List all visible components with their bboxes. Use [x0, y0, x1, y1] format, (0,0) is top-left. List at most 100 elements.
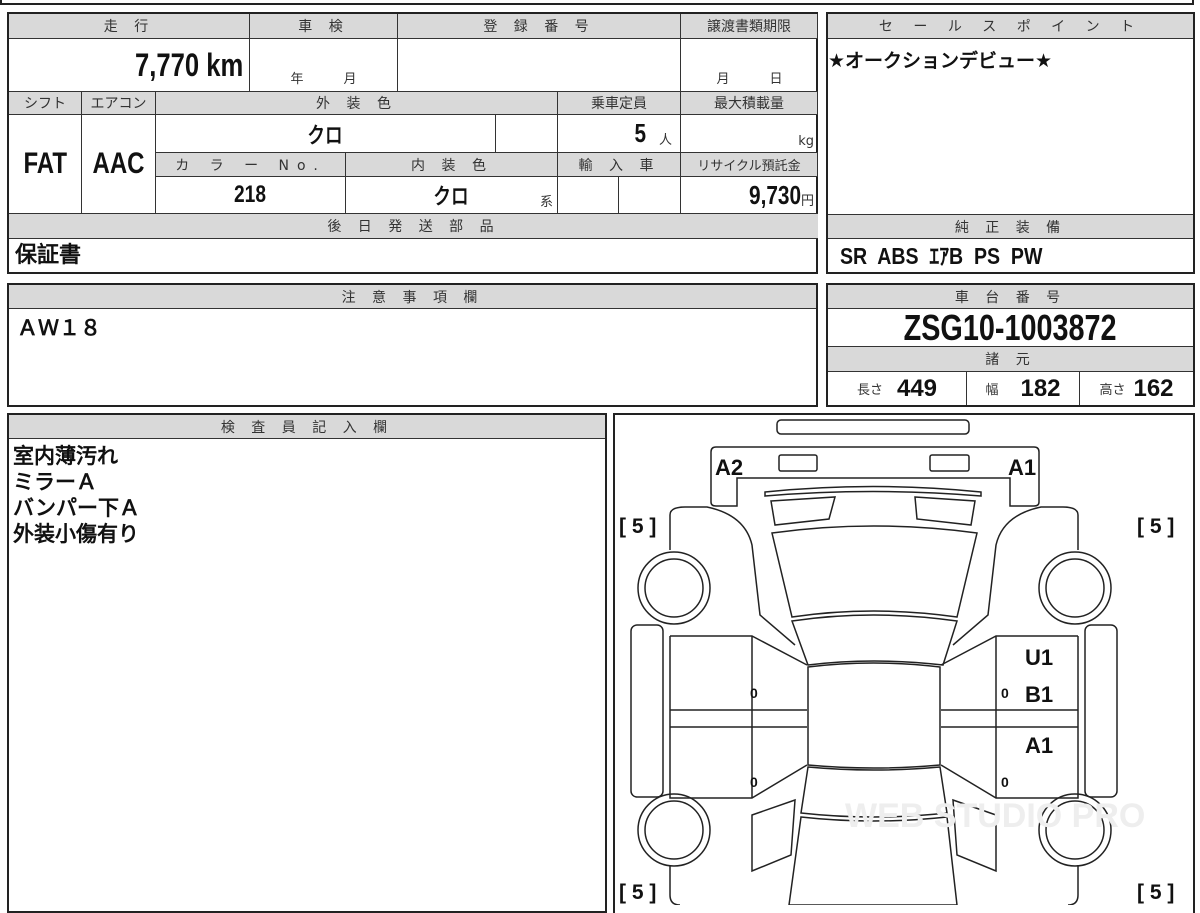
color-no-label: カ ラ ー No. — [156, 153, 346, 177]
inspector-line: バンパー下Ａ — [13, 496, 141, 520]
car-diagram: A2 A1 [ 5 ] [ 5 ] [ 5 ] [ 5 ] 0 0 0 0 U1… — [619, 419, 1174, 905]
mileage-cell: 7,770 km — [9, 39, 250, 92]
inspector-line: 室内薄汚れ — [13, 444, 118, 468]
year-label: 年 — [290, 72, 304, 87]
right-side-step — [1084, 624, 1118, 798]
inspection-cell: 年月 — [250, 39, 398, 92]
max-load-cell: kg — [681, 115, 818, 153]
shift-value: FAT — [23, 147, 67, 180]
length-cell: 長さ 449 — [828, 372, 967, 405]
inspector-line: 外装小傷有り — [13, 522, 139, 546]
width-value: 182 — [1020, 374, 1061, 402]
left-side-step — [630, 624, 664, 798]
height-value: 162 — [1133, 374, 1174, 402]
equipment-text: SR ABS ｴｱB PS PW — [840, 243, 1043, 269]
exterior-color-label: 外 装 色 — [156, 92, 558, 115]
max-load-label: 最大積載量 — [681, 92, 818, 115]
front-bumper — [710, 446, 1040, 507]
width-cell: 幅 182 — [967, 372, 1080, 405]
length-value: 449 — [896, 374, 938, 402]
right-doors — [940, 635, 1079, 799]
wheel-rl-inner — [644, 800, 704, 860]
wheel-fl — [637, 551, 711, 625]
transfer-label: 譲渡書類期限 — [681, 14, 818, 39]
chassis-box: 車 台 番 号 ZSG10-1003872 諸 元 長さ 449 幅 182 高さ 1… — [826, 283, 1195, 407]
length-label: 長さ — [856, 383, 883, 398]
wheel-fr — [1038, 551, 1112, 625]
inspector-box: 検 査 員 記 入 欄 室内薄汚れ ミラーＡ バンパー下Ａ 外装小傷有り — [7, 413, 607, 913]
sales-point-label: セ ー ル ス ポ イ ン ト — [828, 14, 1193, 39]
exterior-color-extra — [496, 115, 558, 153]
interior-suffix: 系 — [539, 195, 553, 210]
fog-lamp-left — [778, 454, 818, 472]
left-doors — [669, 635, 808, 799]
notes-text: ＡＷ１８ — [17, 316, 101, 340]
watermark: WEB STUDIO PRO — [845, 797, 1145, 835]
ac-cell: AAC — [82, 115, 156, 214]
zero-mark: 0 — [1001, 774, 1009, 790]
hood — [771, 525, 978, 618]
capacity-label: 乗車定員 — [558, 92, 681, 115]
month-label: 月 — [343, 72, 357, 87]
tire-rl-mark: [ 5 ] — [619, 881, 656, 904]
ac-value: AAC — [92, 147, 145, 180]
front-right-mark: A1 — [1008, 455, 1036, 480]
car-diagram-box: A2 A1 [ 5 ] [ 5 ] [ 5 ] [ 5 ] 0 0 0 0 U1… — [613, 413, 1195, 913]
zero-mark: 0 — [750, 774, 758, 790]
right-rear-door-mark: A1 — [1025, 733, 1053, 758]
mileage-value: 7,770 km — [134, 46, 243, 83]
later-parts-label: 後 日 発 送 部 品 — [9, 214, 818, 239]
specs-label: 諸 元 — [828, 347, 1193, 372]
inspection-label: 車 検 — [250, 14, 398, 39]
import-cell-1 — [558, 177, 619, 214]
wheel-fr-inner — [1045, 558, 1105, 618]
equipment-label: 純 正 装 備 — [828, 214, 1193, 239]
zero-mark: 0 — [750, 685, 758, 701]
fog-lamp-right — [929, 454, 970, 472]
right-front-door-mark-2: B1 — [1025, 682, 1053, 707]
grille — [764, 485, 982, 497]
import-cell-2 — [619, 177, 681, 214]
interior-color-label: 内 装 色 — [346, 153, 558, 177]
import-label: 輸 入 車 — [558, 153, 681, 177]
shift-label: シフト — [9, 92, 82, 115]
vehicle-info-box: 走 行 車 検 登 録 番 号 譲渡書類期限 7,770 km 年月 月 日 シフ… — [7, 12, 818, 274]
windshield — [790, 614, 958, 666]
exterior-color-cell: クロ — [156, 115, 496, 153]
headlight-left — [770, 496, 836, 526]
recycle-value: 9,730 — [748, 179, 801, 210]
zero-mark: 0 — [1001, 685, 1009, 701]
recycle-label: リサイクル預託金 — [681, 153, 818, 177]
right-front-fender — [952, 506, 1079, 646]
height-cell: 高さ 162 — [1080, 372, 1193, 405]
notes-box: 注 意 事 項 欄 ＡＷ１８ — [7, 283, 818, 407]
max-load-unit: kg — [798, 134, 814, 149]
height-label: 高さ — [1099, 383, 1126, 398]
notes-label: 注 意 事 項 欄 — [9, 285, 816, 309]
capacity-unit: 人 — [658, 133, 672, 148]
color-no-cell: 218 — [156, 177, 346, 214]
capacity-cell: 5人 — [558, 115, 681, 153]
exterior-color-value: クロ — [307, 122, 344, 148]
registration-label: 登 録 番 号 — [398, 14, 681, 39]
inspector-label: 検 査 員 記 入 欄 — [9, 415, 605, 439]
front-left-mark: A2 — [715, 455, 743, 480]
later-parts-value: 保証書 — [15, 243, 82, 268]
headlight-right — [914, 496, 976, 526]
mileage-label: 走 行 — [9, 14, 250, 39]
ac-label: エアコン — [82, 92, 156, 115]
wheel-fl-inner — [644, 558, 704, 618]
day-label: 日 — [769, 72, 783, 87]
chassis-number-cell: ZSG10-1003872 — [828, 306, 1193, 348]
color-no-value: 218 — [234, 181, 267, 208]
width-label: 幅 — [985, 383, 999, 398]
chassis-label: 車 台 番 号 — [828, 285, 1193, 309]
recycle-unit: 円 — [800, 194, 814, 209]
inspector-line: ミラーＡ — [13, 470, 97, 494]
left-front-fender — [669, 506, 796, 646]
recycle-cell: 9,730 円 — [681, 177, 818, 214]
rear-bumper-strip — [776, 419, 970, 435]
capacity-value: 5 — [633, 118, 646, 148]
registration-cell — [398, 39, 681, 92]
chassis-number: ZSG10-1003872 — [904, 306, 1117, 348]
